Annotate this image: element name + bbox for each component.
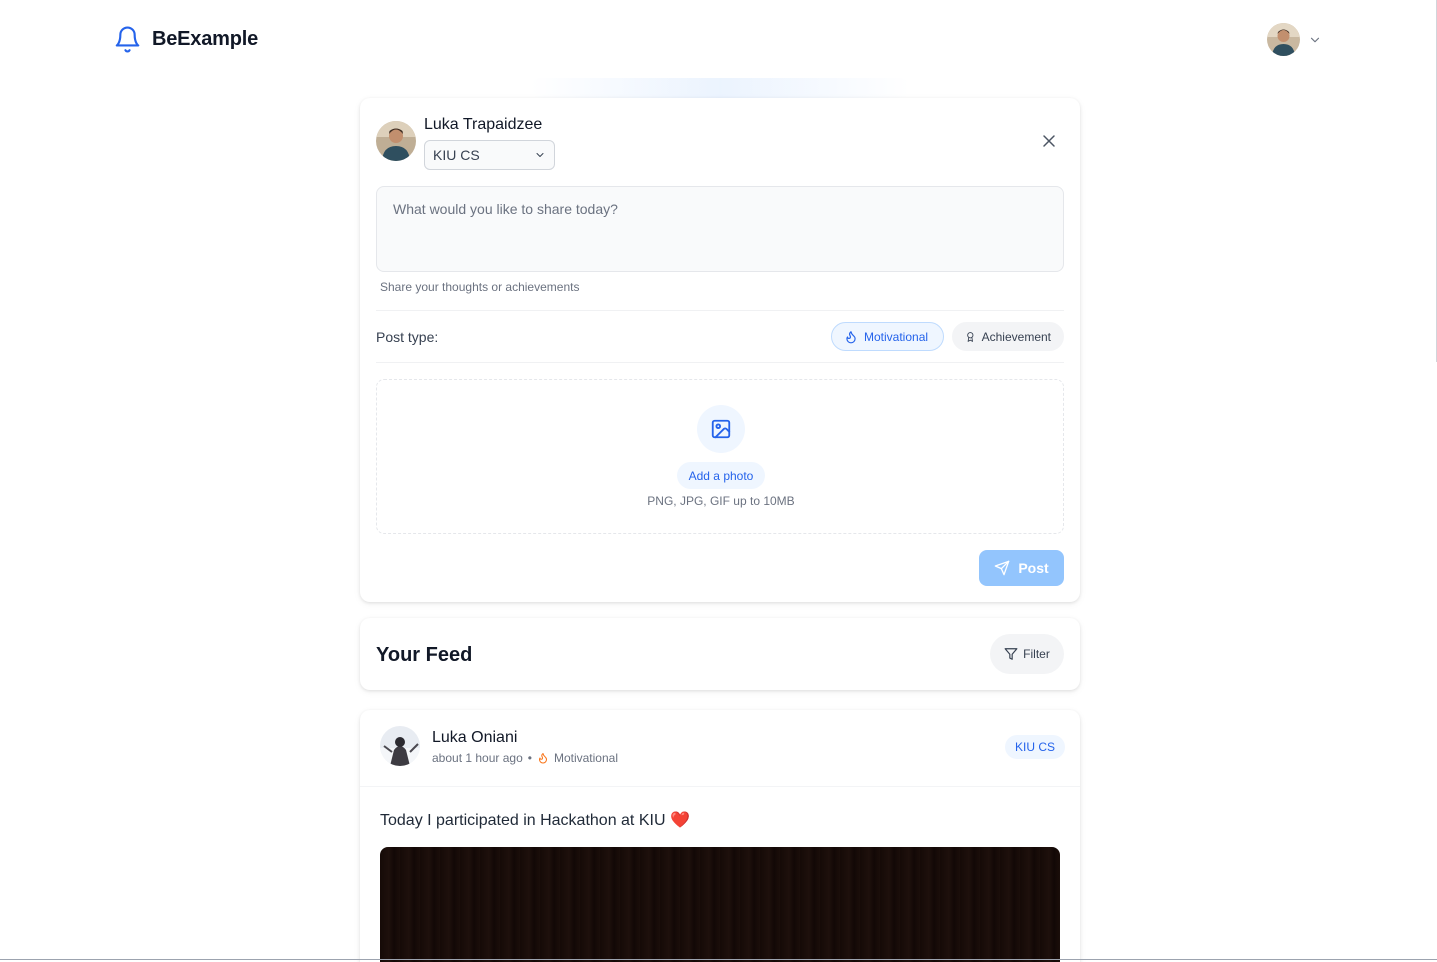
post-text: Today I participated in Hackathon at KIU… — [380, 812, 690, 829]
post-composer: Luka Trapaidzee KIU CS Share your though… — [360, 98, 1080, 602]
avatar — [376, 121, 416, 161]
meta-separator: • — [527, 751, 532, 765]
group-select-value: KIU CS — [433, 147, 480, 163]
divider — [360, 786, 1080, 787]
image-icon — [697, 405, 745, 453]
top-bar: BeExample — [0, 0, 1437, 80]
divider — [376, 362, 1064, 363]
decorative-glow — [530, 78, 910, 98]
post-time: about 1 hour ago — [432, 751, 523, 765]
post-button[interactable]: Post — [979, 550, 1064, 586]
post-button-label: Post — [1018, 560, 1049, 576]
filter-icon — [1004, 648, 1018, 660]
post-type-label: Post type: — [376, 329, 439, 345]
user-menu[interactable] — [1267, 23, 1322, 56]
file-hint: PNG, JPG, GIF up to 10MB — [647, 494, 795, 508]
post-type: Motivational — [553, 751, 618, 765]
feed-header: Your Feed Filter — [360, 618, 1080, 690]
group-select[interactable]: KIU CS — [424, 140, 555, 170]
avatar — [1267, 23, 1300, 56]
flame-icon — [846, 330, 856, 343]
group-badge[interactable]: KIU CS — [1005, 735, 1066, 759]
composer-author: Luka Trapaidzee KIU CS — [376, 114, 555, 170]
award-icon — [967, 331, 974, 342]
add-photo-button[interactable]: Add a photo — [677, 462, 765, 489]
feed-post: Luka Oniani about 1 hour ago • Motivatio… — [360, 710, 1080, 962]
flame-icon — [538, 753, 547, 764]
feed-title: Your Feed — [376, 644, 473, 666]
bell-icon — [115, 26, 140, 53]
filter-button-label: Filter — [1023, 647, 1050, 661]
post-header: Luka Oniani about 1 hour ago • Motivatio… — [380, 726, 618, 766]
close-icon[interactable] — [1039, 131, 1059, 151]
photo-dropzone[interactable]: Add a photo PNG, JPG, GIF up to 10MB — [376, 379, 1064, 534]
chevron-down-icon — [536, 153, 544, 157]
composer-author-name: Luka Trapaidzee — [424, 116, 543, 133]
filter-button[interactable]: Filter — [990, 634, 1064, 674]
post-type-motivational-label: Motivational — [864, 329, 929, 344]
window-edge — [0, 959, 1437, 960]
app-name: BeExample — [152, 28, 259, 50]
logo[interactable]: BeExample — [113, 24, 258, 55]
post-type-achievement-label: Achievement — [981, 329, 1051, 344]
post-type-motivational[interactable]: Motivational — [831, 322, 944, 351]
post-type-achievement[interactable]: Achievement — [952, 322, 1064, 351]
post-textarea[interactable] — [376, 186, 1064, 272]
post-image[interactable] — [380, 847, 1060, 962]
chevron-down-icon — [1310, 37, 1320, 42]
divider — [376, 310, 1064, 311]
avatar[interactable] — [380, 726, 420, 766]
helper-text: Share your thoughts or achievements — [380, 280, 580, 294]
post-meta: about 1 hour ago • Motivational — [432, 751, 618, 765]
send-icon — [994, 560, 1010, 576]
post-author-name[interactable]: Luka Oniani — [432, 729, 618, 747]
